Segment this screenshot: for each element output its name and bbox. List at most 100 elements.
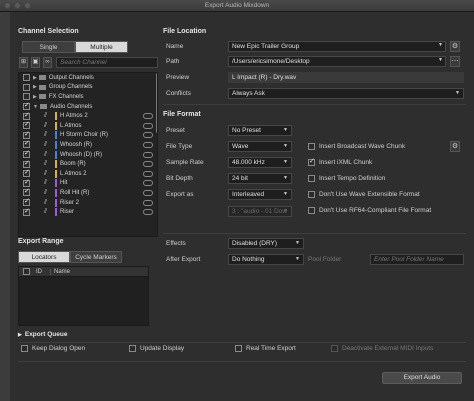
channel-search-input[interactable]: Search Channel bbox=[56, 57, 158, 68]
pool-folder-input[interactable]: Enter Pool Folder Name bbox=[370, 254, 464, 265]
settings-gear-icon[interactable]: ⚙ bbox=[450, 41, 460, 52]
channel-checkbox[interactable] bbox=[23, 93, 30, 101]
expand-triangle-icon[interactable]: ▶ bbox=[33, 84, 37, 90]
collapse-triangle-icon[interactable]: ▼ bbox=[33, 104, 38, 110]
tab-cycle-markers[interactable]: Cycle Markers bbox=[70, 251, 122, 263]
effects-select[interactable]: Disabled (DRY) ▼ bbox=[228, 238, 304, 249]
channel-row[interactable]: ⫽ Hit bbox=[19, 178, 157, 189]
channel-row[interactable]: ⫽ Whoosh (R) bbox=[19, 139, 157, 150]
name-dropdown-icon[interactable]: ▼ bbox=[438, 42, 443, 48]
channel-group-row[interactable]: ▼ Audio Channels bbox=[19, 101, 157, 112]
expand-triangle-icon[interactable]: ▶ bbox=[33, 75, 37, 81]
channel-label: Group Channels bbox=[48, 84, 93, 91]
tempo-definition-checkbox[interactable] bbox=[308, 175, 315, 182]
export-as-select[interactable]: Interleaved ▼ bbox=[228, 189, 292, 200]
update-display-checkbox[interactable] bbox=[129, 345, 136, 352]
channel-row[interactable]: ⫽ Whoosh (D) (R) bbox=[19, 149, 157, 160]
channel-checkbox[interactable] bbox=[23, 74, 30, 82]
channel-row[interactable]: ⫽ H Storm Choir (R) bbox=[19, 130, 157, 141]
keep-dialog-open-option[interactable]: Keep Dialog Open bbox=[21, 345, 85, 352]
after-export-select[interactable]: Do Nothing ▼ bbox=[228, 254, 304, 265]
deactivate-midi-checkbox[interactable] bbox=[331, 345, 338, 352]
sample-rate-select[interactable]: 48.000 kHz ▼ bbox=[228, 157, 292, 168]
link-toggle-icon[interactable] bbox=[143, 141, 153, 148]
tab-multiple[interactable]: Multiple bbox=[75, 41, 128, 53]
link-toggle-icon[interactable] bbox=[143, 151, 153, 158]
channel-group-row[interactable]: ▶ Output Channels bbox=[19, 73, 157, 83]
link-toggle-icon[interactable] bbox=[143, 180, 153, 187]
export-audio-mixdown-dialog: Channel Selection Single Multiple ⊞ ▣ ∞ … bbox=[10, 12, 474, 401]
path-dropdown-icon[interactable]: ▼ bbox=[438, 57, 443, 63]
real-time-export-option[interactable]: Real Time Export bbox=[235, 345, 296, 352]
link-toggle-icon[interactable] bbox=[143, 132, 153, 139]
conflicts-select[interactable]: Always Ask ▼ bbox=[228, 88, 464, 99]
channel-view-icon[interactable]: ▣ bbox=[31, 57, 40, 68]
channel-row[interactable]: ⫽ L Atmos bbox=[19, 120, 157, 131]
link-toggle-icon[interactable] bbox=[143, 161, 153, 168]
channel-group-row[interactable]: ▶ FX Channels bbox=[19, 92, 157, 102]
channel-checkbox[interactable] bbox=[23, 130, 30, 139]
zoom-window-button[interactable] bbox=[24, 2, 31, 9]
rf64-checkbox[interactable] bbox=[308, 207, 315, 214]
sample-rate-value: 48.000 kHz bbox=[232, 159, 265, 166]
channel-row[interactable]: ⫽ Boom (R) bbox=[19, 159, 157, 169]
link-toggle-icon[interactable] bbox=[143, 189, 153, 196]
channel-checkbox[interactable] bbox=[23, 101, 30, 111]
channel-checkbox[interactable] bbox=[23, 159, 30, 168]
broadcast-settings-gear-icon[interactable]: ⚙ bbox=[450, 141, 460, 152]
divider bbox=[18, 361, 466, 362]
file-name-input[interactable]: New Epic Trailer Group bbox=[228, 41, 446, 52]
bit-depth-select[interactable]: 24 bit ▼ bbox=[228, 173, 292, 184]
path-input[interactable]: /Users/ericsimone/Desktop bbox=[228, 56, 446, 67]
browse-folder-button[interactable]: ⋯ bbox=[450, 56, 460, 67]
range-select-all-checkbox[interactable] bbox=[23, 268, 30, 275]
channel-format-select[interactable]: 3 : "audio - 01 Dow ▼ bbox=[228, 206, 292, 217]
channel-row[interactable]: ⫽ H Atmos 2 bbox=[19, 111, 157, 121]
link-toggle-icon[interactable] bbox=[143, 209, 153, 216]
link-icon[interactable]: ∞ bbox=[43, 57, 52, 68]
channel-row[interactable]: ⫽ Roll Hit (R) bbox=[19, 187, 157, 198]
preview-label: Preview bbox=[166, 74, 190, 81]
channel-row[interactable]: ⫽ Riser 2 bbox=[19, 197, 157, 208]
channel-checkbox[interactable] bbox=[23, 149, 30, 159]
ixml-chunk-checkbox[interactable] bbox=[308, 157, 315, 166]
channel-checkbox[interactable] bbox=[23, 120, 30, 130]
ixml-chunk-option[interactable]: Insert iXML Chunk bbox=[308, 157, 372, 166]
channel-checkbox[interactable] bbox=[23, 197, 30, 207]
channel-row[interactable]: ⫽ L Atmos 2 bbox=[19, 168, 157, 179]
broadcast-wave-checkbox[interactable] bbox=[308, 143, 315, 150]
channel-tree-scrollbar[interactable] bbox=[156, 73, 157, 133]
channel-checkbox[interactable] bbox=[23, 187, 30, 197]
rf64-option[interactable]: Don't Use RF64-Compliant File Format bbox=[308, 207, 431, 214]
channel-group-row[interactable]: ▶ Group Channels bbox=[19, 83, 157, 93]
wave-extensible-option[interactable]: Don't Use Wave Extensible Format bbox=[308, 191, 420, 198]
channel-checkbox[interactable] bbox=[23, 83, 30, 91]
deactivate-midi-option[interactable]: Deactivate External MIDI Inputs bbox=[331, 345, 433, 352]
preset-select[interactable]: No Preset ▼ bbox=[228, 125, 292, 136]
link-toggle-icon[interactable] bbox=[143, 199, 153, 206]
real-time-export-checkbox[interactable] bbox=[235, 345, 242, 352]
channel-checkbox[interactable] bbox=[23, 207, 30, 216]
link-toggle-icon[interactable] bbox=[143, 122, 153, 129]
channel-filter-icon[interactable]: ⊞ bbox=[19, 57, 28, 68]
tab-single[interactable]: Single bbox=[22, 41, 75, 53]
channel-checkbox[interactable] bbox=[23, 111, 30, 120]
update-display-option[interactable]: Update Display bbox=[129, 345, 184, 352]
export-queue-heading[interactable]: ▶ Export Queue bbox=[18, 331, 67, 338]
channel-row[interactable]: ⫽ Riser bbox=[19, 207, 157, 217]
tempo-definition-option[interactable]: Insert Tempo Definition bbox=[308, 175, 385, 182]
keep-dialog-open-checkbox[interactable] bbox=[21, 345, 28, 352]
channel-checkbox[interactable] bbox=[23, 178, 30, 187]
channel-checkbox[interactable] bbox=[23, 168, 30, 178]
wave-extensible-checkbox[interactable] bbox=[308, 191, 315, 198]
file-type-select[interactable]: Wave ▼ bbox=[228, 141, 292, 152]
expand-triangle-icon[interactable]: ▶ bbox=[33, 94, 37, 100]
link-toggle-icon[interactable] bbox=[143, 170, 153, 177]
link-toggle-icon[interactable] bbox=[143, 113, 153, 120]
close-window-button[interactable] bbox=[4, 2, 11, 9]
minimize-window-button[interactable] bbox=[14, 2, 21, 9]
broadcast-wave-option[interactable]: Insert Broadcast Wave Chunk bbox=[308, 143, 405, 150]
export-audio-button[interactable]: Export Audio bbox=[382, 372, 462, 384]
tab-locators[interactable]: Locators bbox=[18, 251, 70, 263]
channel-checkbox[interactable] bbox=[23, 139, 30, 149]
